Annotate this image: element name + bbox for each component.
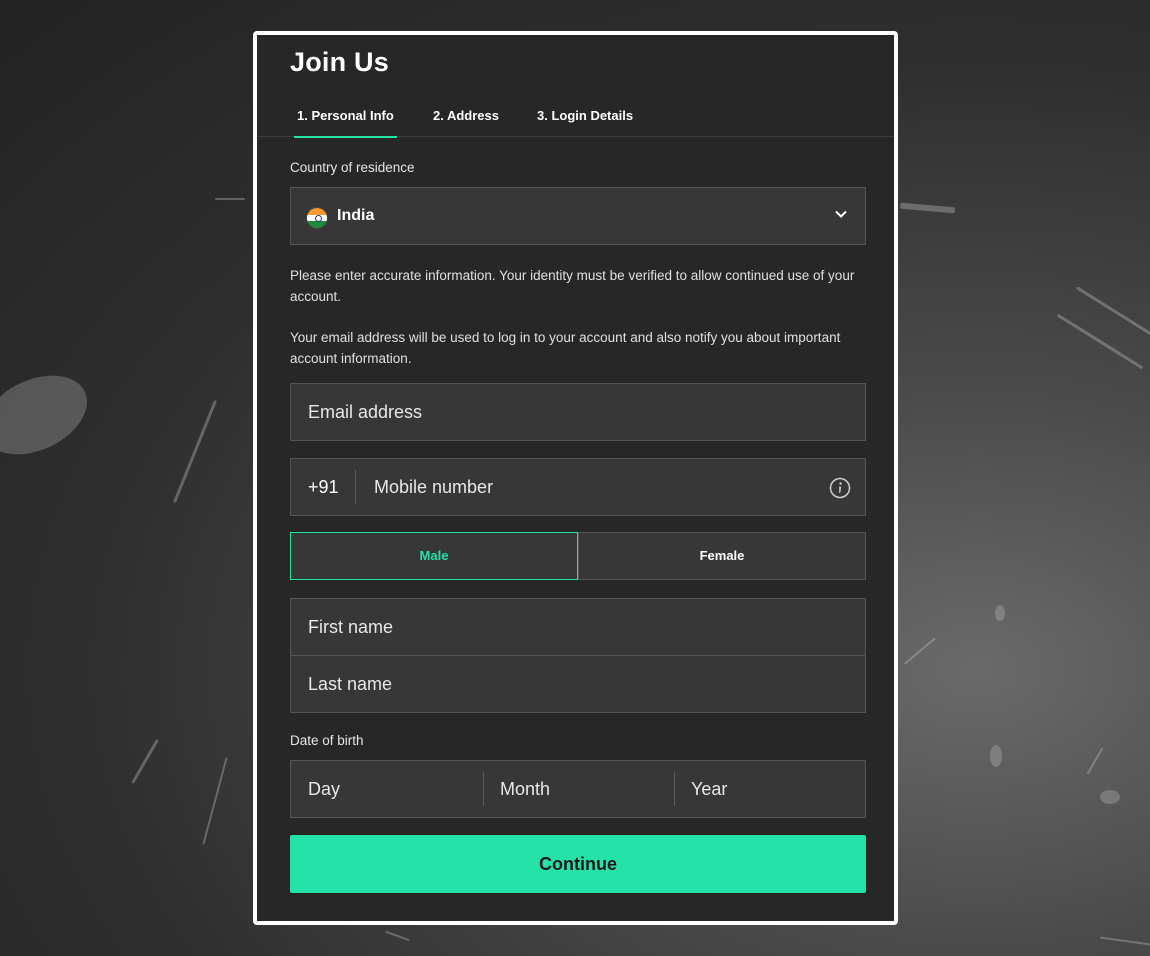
female-button[interactable]: Female <box>578 532 866 580</box>
chevron-down-icon <box>835 210 847 218</box>
background-streak <box>131 739 159 784</box>
identity-notice: Please enter accurate information. Your … <box>290 268 855 304</box>
background-streak <box>202 757 228 845</box>
dob-label: Date of birth <box>290 733 364 748</box>
tab-login-details[interactable]: 3. Login Details <box>534 100 636 137</box>
phone-prefix: +91 <box>308 477 339 497</box>
registration-steps: 1. Personal Info 2. Address 3. Login Det… <box>257 100 894 138</box>
background-streak <box>904 637 936 665</box>
background-blur <box>990 745 1002 767</box>
background-blur <box>995 605 1005 621</box>
phone-divider <box>355 470 356 504</box>
mobile-number-input[interactable] <box>374 459 814 515</box>
dob-day-field[interactable] <box>291 761 500 817</box>
email-field[interactable] <box>290 383 866 441</box>
dob-month-field[interactable] <box>483 761 691 817</box>
continue-button[interactable]: Continue <box>290 835 866 893</box>
modal-title: Join Us <box>290 47 389 77</box>
background-blur <box>0 360 100 470</box>
background-streak <box>899 202 956 214</box>
background-streak <box>385 930 410 942</box>
last-name-input[interactable] <box>308 656 848 713</box>
phone-field[interactable]: +91 <box>290 458 866 516</box>
date-of-birth-fields <box>290 760 882 818</box>
dob-year-input[interactable] <box>691 761 882 817</box>
country-select[interactable]: India <box>290 187 866 245</box>
name-fields <box>290 598 866 713</box>
background-streak <box>1086 747 1104 775</box>
info-icon[interactable] <box>829 477 851 499</box>
join-us-modal: Join Us 1. Personal Info 2. Address 3. L… <box>253 31 898 925</box>
tab-personal-info[interactable]: 1. Personal Info <box>294 100 397 138</box>
background-streak <box>215 198 245 200</box>
gender-selector: Male Female <box>290 532 866 580</box>
first-name-field[interactable] <box>291 599 865 656</box>
tab-address[interactable]: 2. Address <box>430 100 502 137</box>
email-notice: Your email address will be used to log i… <box>290 330 841 366</box>
background-streak <box>173 399 217 504</box>
india-flag-icon <box>306 207 328 229</box>
background-blur <box>1100 790 1120 804</box>
country-value: India <box>337 207 375 224</box>
background-streak <box>1076 286 1150 337</box>
dob-day-input[interactable] <box>308 761 500 817</box>
background-streak <box>1100 936 1150 946</box>
dob-year-field[interactable] <box>674 761 882 817</box>
email-input[interactable] <box>308 384 848 440</box>
last-name-field[interactable] <box>291 656 865 713</box>
country-label: Country of residence <box>290 160 415 175</box>
background-streak <box>1056 313 1144 370</box>
male-button[interactable]: Male <box>290 532 578 580</box>
first-name-input[interactable] <box>308 599 848 655</box>
dob-month-input[interactable] <box>500 761 691 817</box>
